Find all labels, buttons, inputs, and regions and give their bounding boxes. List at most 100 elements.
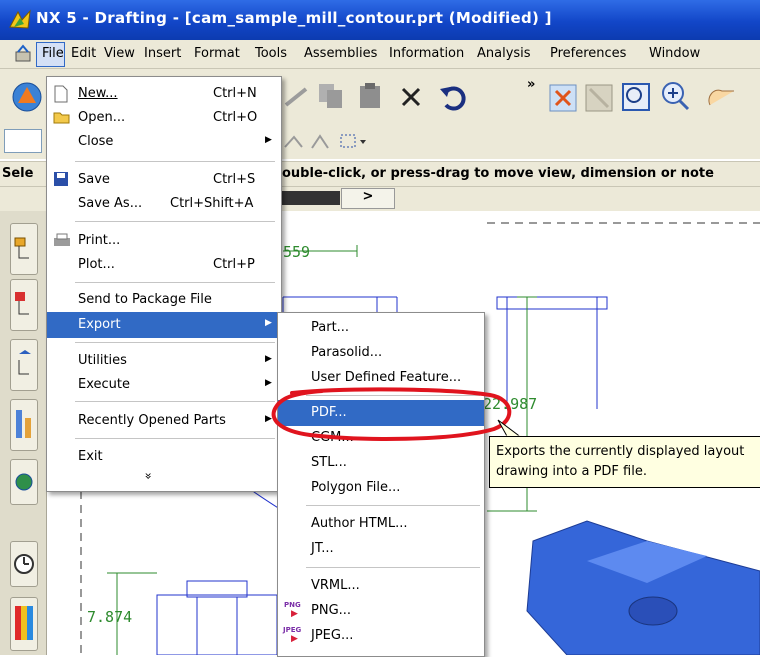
export-vrml[interactable]: VRML... (278, 573, 484, 599)
pdf-highlight-annotation (271, 387, 512, 441)
menu-preferences[interactable]: Preferences (550, 46, 626, 61)
export-part-label: Part... (311, 320, 350, 335)
materials-icon (15, 606, 33, 640)
export-author-html-label: Author HTML... (311, 516, 408, 531)
type-filter-dropdown[interactable] (4, 129, 42, 153)
file-menu-recent-parts[interactable]: Recently Opened Parts ▶ (47, 408, 281, 434)
file-menu-close[interactable]: Close ▶ (47, 129, 281, 155)
constraint-navigator-icon (18, 350, 31, 375)
menu-information[interactable]: Information (389, 46, 464, 61)
file-menu-new-shortcut: Ctrl+N (213, 86, 257, 101)
selection-box-icon[interactable] (338, 130, 370, 152)
file-menu-send-to-package[interactable]: Send to Package File (47, 287, 281, 313)
assembly-navigator-icon (15, 292, 29, 315)
reuse-library-tab[interactable] (10, 399, 38, 451)
copy-icon[interactable] (316, 81, 346, 111)
assembly-navigator-tab[interactable] (10, 279, 38, 331)
menu-edit[interactable]: Edit (71, 46, 96, 61)
menu-analysis[interactable]: Analysis (477, 46, 531, 61)
export-parasolid[interactable]: Parasolid... (278, 340, 484, 366)
export-part[interactable]: Part... (278, 315, 484, 341)
file-menu-print-label: Print... (78, 233, 121, 248)
export-separator (306, 567, 480, 568)
file-menu-separator (75, 161, 275, 162)
cut-icon[interactable] (282, 83, 312, 111)
menu-view[interactable]: View (104, 46, 135, 61)
zoom-in-icon[interactable] (658, 79, 692, 113)
system-materials-tab[interactable] (10, 597, 38, 651)
file-menu-separator (75, 221, 275, 222)
reuse-library-icon (16, 410, 31, 438)
jpeg-arrow-icon: ▶ (291, 634, 298, 644)
tab-next-button[interactable]: > (341, 188, 395, 209)
file-menu-exit-label: Exit (78, 449, 103, 464)
app-menu-icon[interactable] (14, 44, 34, 64)
export-stl-label: STL... (311, 455, 347, 470)
file-menu-execute[interactable]: Execute ▶ (47, 372, 281, 398)
file-menu-save-as-shortcut: Ctrl+Shift+A (170, 196, 254, 211)
file-menu-recent-parts-label: Recently Opened Parts (78, 413, 226, 428)
file-menu-utilities[interactable]: Utilities ▶ (47, 348, 281, 374)
file-menu-separator (75, 282, 275, 283)
nx-logo-icon (9, 9, 31, 29)
file-menu-expand-chevron[interactable]: » (142, 472, 156, 479)
export-jpeg-label: JPEG... (311, 628, 354, 643)
menu-tools[interactable]: Tools (255, 46, 287, 61)
file-menu-utilities-submenu-arrow: ▶ (265, 354, 272, 364)
snap-point-icon[interactable] (282, 132, 306, 152)
file-menu-print[interactable]: Print... (47, 228, 281, 254)
file-menu-save[interactable]: Save Ctrl+S (47, 167, 281, 193)
export-jt-label: JT... (311, 541, 334, 556)
file-menu-open[interactable]: Open... Ctrl+O (47, 105, 281, 131)
file-menu-separator (75, 438, 275, 439)
paste-icon[interactable] (356, 81, 386, 111)
export-separator (306, 505, 480, 506)
export-jpeg[interactable]: JPEG ▶ JPEG... (278, 623, 484, 649)
export-polygon-file-label: Polygon File... (311, 480, 401, 495)
file-menu-plot-label: Plot... (78, 257, 115, 272)
export-polygon-file[interactable]: Polygon File... (278, 475, 484, 501)
file-menu-open-shortcut: Ctrl+O (213, 110, 258, 125)
constraint-navigator-tab[interactable] (10, 339, 38, 391)
fit-icon[interactable] (548, 83, 578, 113)
file-menu-plot[interactable]: Plot... Ctrl+P (47, 252, 281, 278)
shaded-part (526, 520, 760, 655)
start-icon[interactable] (10, 79, 44, 115)
menu-format[interactable]: Format (194, 46, 240, 61)
undo-icon[interactable] (437, 83, 471, 111)
tab-scroll-track (282, 191, 340, 205)
pan-icon[interactable] (700, 81, 740, 111)
menu-assemblies[interactable]: Assemblies (304, 46, 377, 61)
file-menu-export[interactable]: Export ▶ (47, 312, 281, 338)
export-stl[interactable]: STL... (278, 450, 484, 476)
file-menu-exit[interactable]: Exit (47, 444, 281, 470)
part-navigator-tab[interactable] (10, 223, 38, 275)
file-menu-utilities-label: Utilities (78, 353, 127, 368)
export-png[interactable]: PNG ▶ PNG... (278, 598, 484, 624)
png-badge-icon: PNG (284, 601, 301, 609)
file-menu-new[interactable]: New... Ctrl+N (47, 81, 281, 107)
file-menu-save-label: Save (78, 172, 110, 187)
export-pdf-tooltip: Exports the currently displayed layout d… (489, 436, 760, 488)
save-disk-icon (54, 172, 68, 186)
zoom-window-icon[interactable] (584, 83, 614, 113)
new-file-icon (54, 85, 68, 103)
menu-window[interactable]: Window (649, 46, 700, 61)
toolbar-overflow[interactable]: » (527, 77, 535, 92)
history-tab[interactable] (10, 541, 38, 587)
file-menu-save-as[interactable]: Save As... Ctrl+Shift+A (47, 191, 281, 217)
export-jt[interactable]: JT... (278, 536, 484, 562)
export-png-label: PNG... (311, 603, 352, 618)
menu-insert[interactable]: Insert (144, 46, 181, 61)
file-menu-export-submenu-arrow: ▶ (265, 318, 272, 328)
file-menu-save-as-label: Save As... (78, 196, 143, 211)
zoom-icon[interactable] (620, 81, 652, 113)
window-title: NX 5 - Drafting - [cam_sample_mill_conto… (36, 9, 552, 27)
menu-file[interactable]: File (42, 46, 64, 61)
file-menu-execute-label: Execute (78, 377, 130, 392)
export-author-html[interactable]: Author HTML... (278, 511, 484, 537)
snap-end-icon[interactable] (308, 132, 332, 152)
delete-icon[interactable] (397, 83, 427, 111)
file-menu-new-label: New... (78, 86, 118, 101)
web-browser-tab[interactable] (10, 459, 38, 505)
